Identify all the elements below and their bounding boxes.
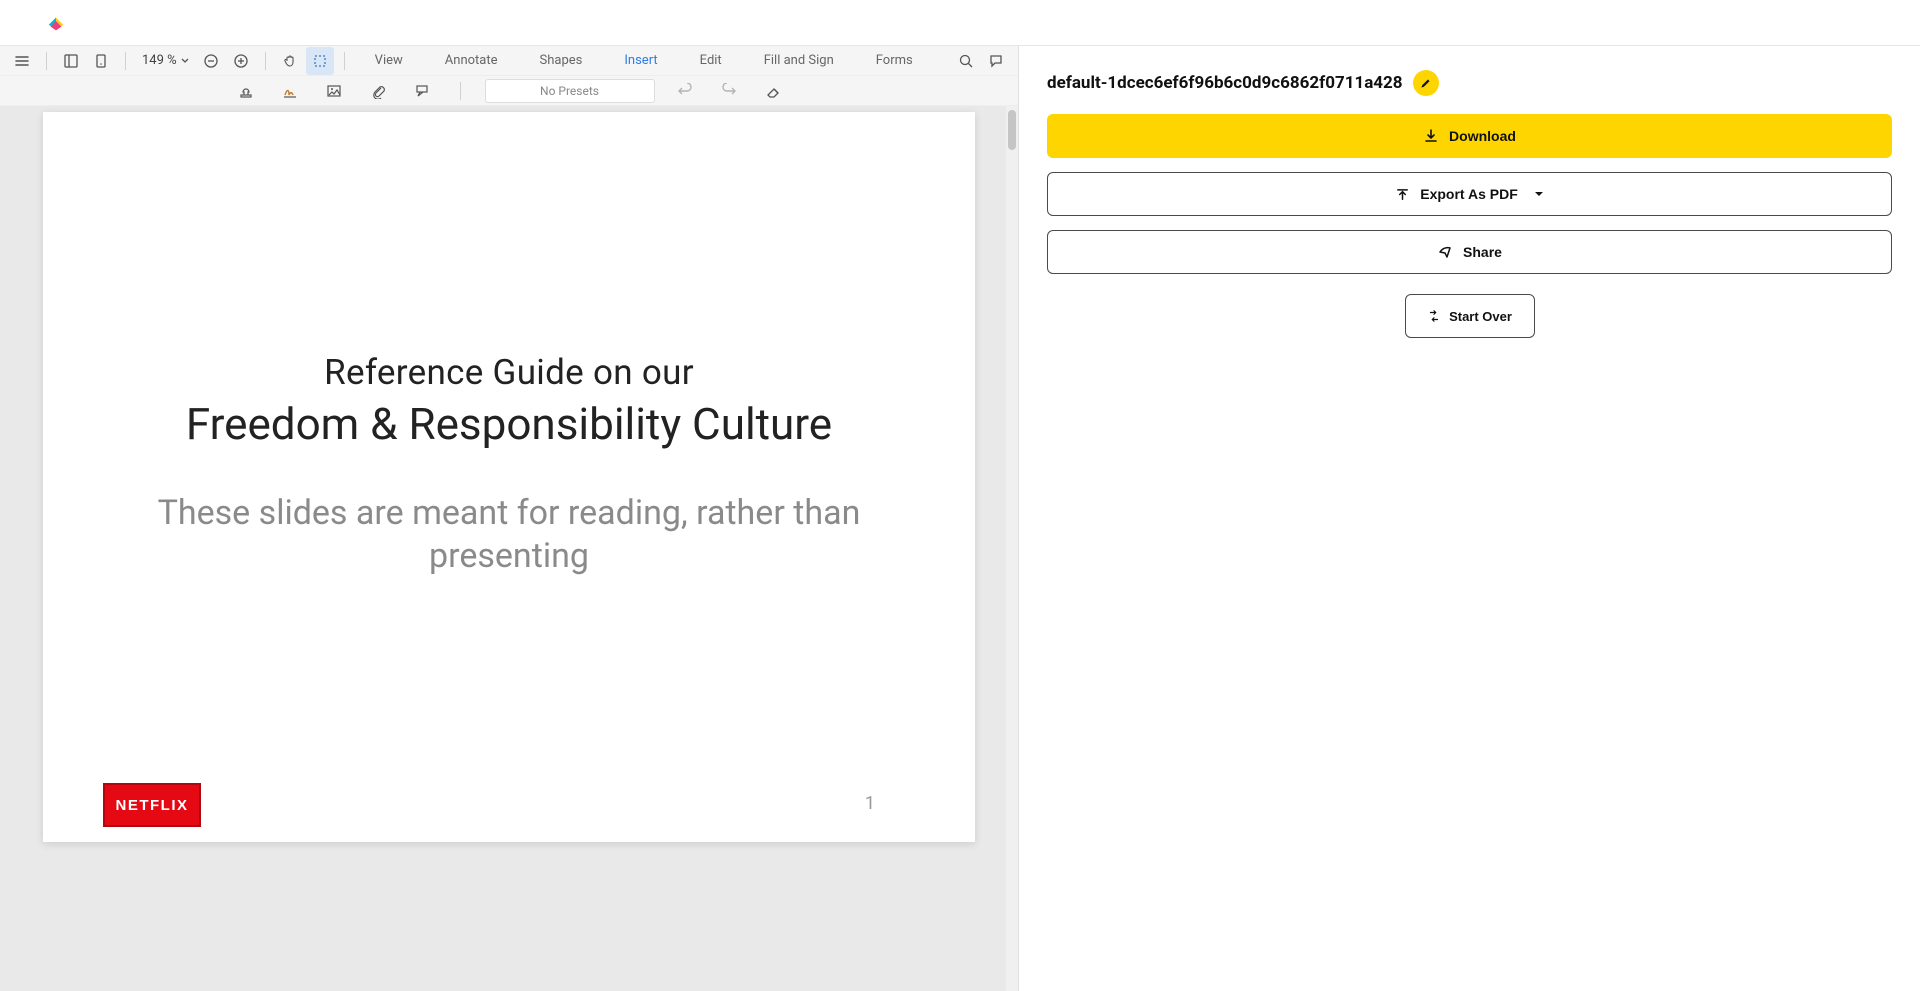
tab-insert[interactable]: Insert: [604, 53, 677, 68]
brand-logo: NETFLIX: [103, 783, 201, 827]
separator: [460, 82, 461, 100]
document-canvas[interactable]: Reference Guide on our Freedom & Respons…: [0, 106, 1018, 991]
eraser-icon[interactable]: [759, 77, 787, 105]
export-pdf-button[interactable]: Export As PDF: [1047, 172, 1892, 216]
toolbar-secondary: No Presets: [0, 76, 1018, 106]
page-mode-icon[interactable]: [87, 47, 115, 75]
panel-toggle-icon[interactable]: [57, 47, 85, 75]
share-label: Share: [1463, 244, 1502, 260]
tab-shapes[interactable]: Shapes: [520, 53, 603, 68]
download-label: Download: [1449, 128, 1516, 144]
undo-icon[interactable]: [671, 77, 699, 105]
presets-label: No Presets: [540, 84, 599, 98]
callout-icon[interactable]: [408, 77, 436, 105]
toolbar-primary: 149 % View Annotate Shapes Insert Edit F…: [0, 46, 1018, 76]
page-number: 1: [865, 793, 875, 814]
stamp-icon[interactable]: [232, 77, 260, 105]
menu-icon[interactable]: [8, 47, 36, 75]
side-panel: default-1dcec6ef6f96b6c0d9c6862f0711a428…: [1019, 46, 1920, 991]
separator: [344, 52, 345, 70]
slide-subtitle: Reference Guide on our: [123, 352, 895, 393]
export-label: Export As PDF: [1420, 186, 1518, 202]
pdf-viewer: 149 % View Annotate Shapes Insert Edit F…: [0, 46, 1019, 991]
document-page: Reference Guide on our Freedom & Respons…: [43, 112, 975, 842]
app-logo: [45, 12, 67, 34]
separator: [265, 52, 266, 70]
start-over-label: Start Over: [1449, 309, 1512, 324]
tab-edit[interactable]: Edit: [680, 53, 742, 68]
edit-filename-button[interactable]: [1413, 70, 1439, 96]
tab-forms[interactable]: Forms: [856, 53, 933, 68]
share-icon: [1437, 244, 1453, 260]
redo-icon[interactable]: [715, 77, 743, 105]
chevron-down-icon: [1534, 189, 1544, 199]
file-name: default-1dcec6ef6f96b6c0d9c6862f0711a428: [1047, 73, 1403, 93]
slide-note: These slides are meant for reading, rath…: [123, 492, 895, 577]
scrollbar[interactable]: [1006, 106, 1018, 991]
slide-title: Freedom & Responsibility Culture: [123, 397, 895, 452]
tab-fill-sign[interactable]: Fill and Sign: [744, 53, 854, 68]
tab-annotate[interactable]: Annotate: [425, 53, 518, 68]
attachment-icon[interactable]: [364, 77, 392, 105]
reset-icon: [1427, 309, 1441, 323]
start-over-button[interactable]: Start Over: [1405, 294, 1535, 338]
zoom-out-icon[interactable]: [197, 47, 225, 75]
pan-hand-icon[interactable]: [276, 47, 304, 75]
image-icon[interactable]: [320, 77, 348, 105]
zoom-selector[interactable]: 149 %: [136, 53, 195, 68]
app-topbar: [0, 0, 1920, 46]
scrollbar-thumb[interactable]: [1008, 110, 1016, 150]
upload-icon: [1395, 187, 1410, 202]
separator: [46, 52, 47, 70]
download-icon: [1423, 128, 1439, 144]
presets-dropdown[interactable]: No Presets: [485, 79, 655, 103]
share-button[interactable]: Share: [1047, 230, 1892, 274]
zoom-in-icon[interactable]: [227, 47, 255, 75]
search-icon[interactable]: [952, 47, 980, 75]
select-area-icon[interactable]: [306, 47, 334, 75]
download-button[interactable]: Download: [1047, 114, 1892, 158]
separator: [125, 52, 126, 70]
tab-view[interactable]: View: [355, 53, 423, 68]
signature-icon[interactable]: [276, 77, 304, 105]
comments-icon[interactable]: [982, 47, 1010, 75]
zoom-value: 149 %: [142, 53, 177, 68]
